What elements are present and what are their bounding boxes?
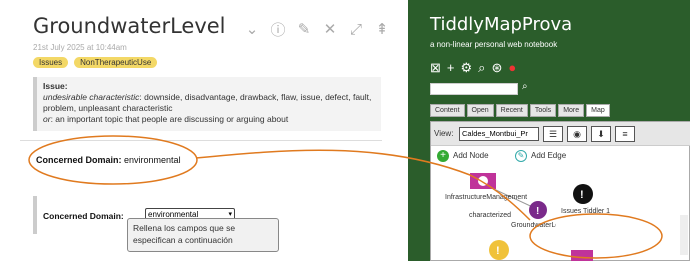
scrollbar[interactable]	[680, 215, 688, 255]
tag-nontherapeuticuse[interactable]: NonTherapeuticUse	[74, 57, 158, 68]
tooltip: Rellena los campos que se especifican a …	[127, 218, 279, 252]
record-icon[interactable]: ●	[508, 60, 516, 76]
tab-open[interactable]: Open	[466, 104, 494, 117]
tab-more[interactable]: More	[558, 104, 585, 117]
divider	[20, 140, 382, 141]
edit-icon[interactable]: ✎	[294, 20, 314, 38]
tiddler-title: GroundwaterLevel	[33, 14, 226, 38]
map-canvas[interactable]: ! ! !	[431, 122, 690, 261]
node-label-groundwater: GroundwaterLevel	[511, 222, 556, 229]
tab-map[interactable]: Map	[586, 104, 610, 117]
chevron-down-icon[interactable]: ⌄	[242, 20, 262, 38]
tiddler-date: 21st July 2025 at 10:44am	[33, 43, 127, 52]
node-infrastructure-icon	[478, 176, 488, 186]
issue-definition-box: Issue: undesirable characteristic: downs…	[33, 77, 381, 131]
tab-content[interactable]: Content	[430, 104, 465, 117]
tag-list: Issues NonTherapeuticUse	[33, 57, 158, 68]
node-partial[interactable]	[571, 250, 593, 261]
svg-text:!: !	[496, 245, 500, 257]
concerned-domain-display: Concerned Domain: environmental	[36, 155, 181, 165]
concerned-domain-label: Concerned Domain:	[36, 155, 122, 165]
tab-tools[interactable]: Tools	[529, 104, 557, 117]
tiddlymap-panel: View: Caldes_Montbui_Pr ☰ ◉ ⬇ ≡ + Add Nod…	[430, 121, 690, 261]
new-tiddler-icon[interactable]: +	[447, 60, 455, 76]
tiddler-toolbar: ⌄ ⓘ ✎ ✕ ⤢ ⇞	[242, 20, 392, 39]
mindmap-icon[interactable]: ⊛	[491, 60, 502, 76]
close-all-icon[interactable]: ⊠	[430, 60, 441, 76]
issue-def1: undesirable characteristic: downside, di…	[43, 92, 372, 113]
node-label-infrastructure: InfrastructureManagement	[445, 194, 528, 201]
node-label-issues: Issues Tiddler 1	[561, 208, 611, 215]
info-icon[interactable]: ⓘ	[268, 20, 288, 39]
svg-text:!: !	[580, 189, 584, 201]
search-input[interactable]	[430, 83, 518, 95]
search-icon[interactable]: ⌕	[522, 81, 528, 92]
gear-icon[interactable]: ⚙	[461, 60, 473, 76]
issue-heading: Issue:	[43, 81, 68, 91]
sidebar: TiddlyMapProva a non-linear personal web…	[408, 0, 690, 261]
site-title: TiddlyMapProva	[430, 14, 573, 35]
issue-def2: or: an important topic that people are d…	[43, 114, 289, 124]
fold-icon[interactable]: ⇞	[372, 20, 392, 38]
sidebar-tabs: Content Open Recent Tools More Map	[430, 104, 610, 117]
page-controls: ⊠ + ⚙ ⌕ ⊛ ●	[430, 60, 516, 76]
fullscreen-icon[interactable]: ⤢	[346, 20, 366, 38]
tab-recent[interactable]: Recent	[495, 104, 528, 117]
site-subtitle: a non-linear personal web notebook	[430, 40, 558, 49]
tag-issues[interactable]: Issues	[33, 57, 69, 68]
svg-text:!: !	[536, 206, 539, 217]
search-icon[interactable]: ⌕	[478, 60, 485, 76]
edge-label: characterized	[469, 212, 512, 219]
concerned-domain-value: environmental	[124, 155, 181, 165]
form-concerned-domain-label: Concerned Domain:	[43, 211, 124, 221]
close-icon[interactable]: ✕	[320, 20, 340, 38]
